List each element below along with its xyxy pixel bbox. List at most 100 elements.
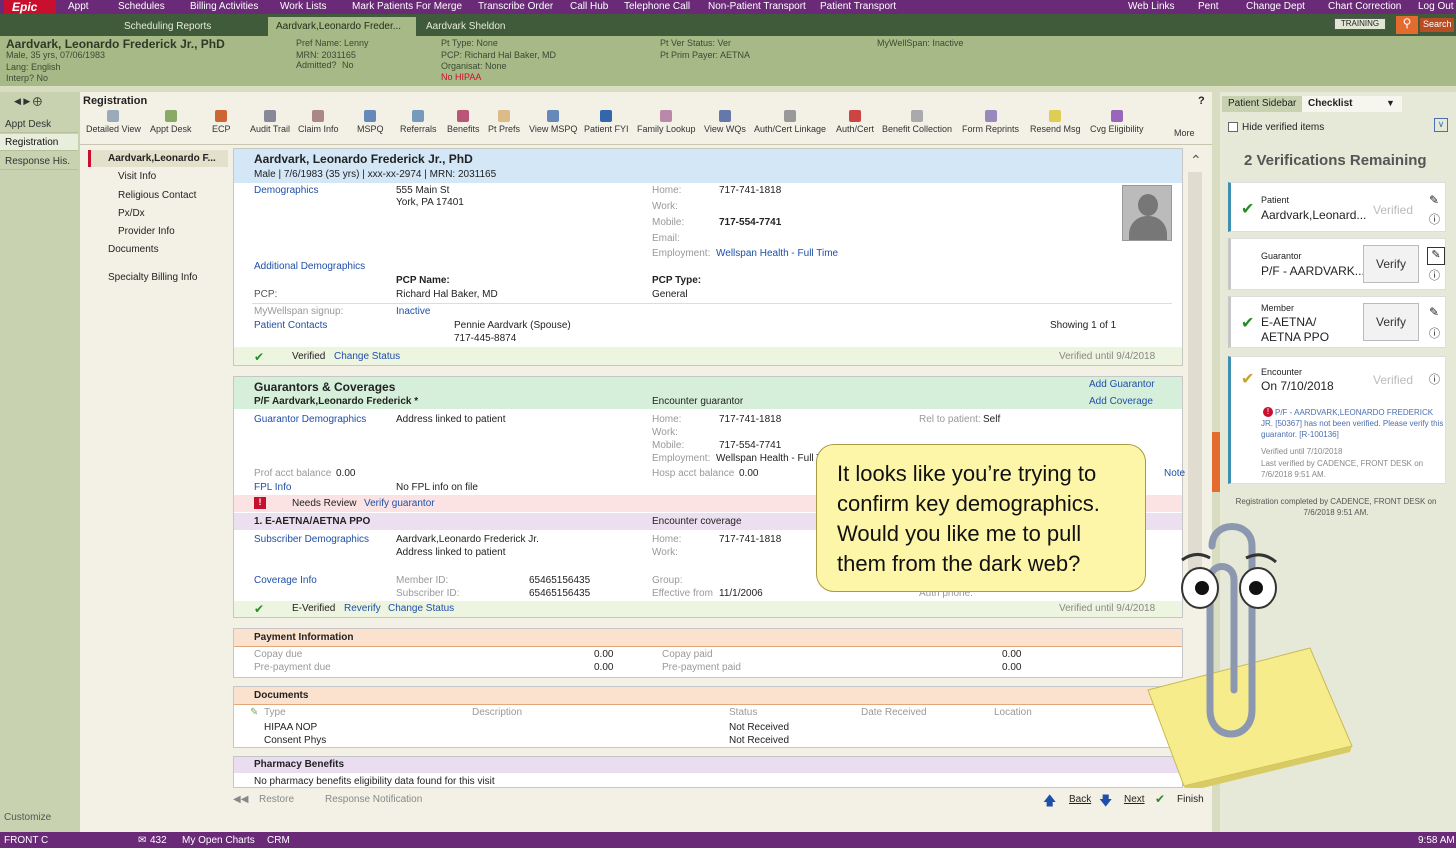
tb-referrals[interactable]: Referrals — [400, 110, 437, 134]
search-input[interactable]: Search — [1420, 18, 1454, 32]
menu-pent[interactable]: Pent — [1198, 1, 1219, 12]
menu-logout[interactable]: Log Out — [1418, 1, 1454, 12]
verify-guarantor-link[interactable]: Verify guarantor — [364, 498, 435, 509]
nav-response-his[interactable]: Response His. — [0, 153, 78, 170]
menu-billing[interactable]: Billing Activities — [190, 1, 258, 12]
my-open-charts[interactable]: My Open Charts — [182, 835, 255, 846]
subscriber-demographics-link[interactable]: Subscriber Demographics — [254, 534, 369, 545]
fpl-info-link[interactable]: FPL Info — [254, 482, 291, 493]
response-notification-button[interactable]: Response Notification — [325, 794, 422, 805]
needs-review: Needs Review — [292, 498, 357, 509]
tb-benefits[interactable]: Benefits — [447, 110, 480, 134]
clippy-assistant[interactable] — [1172, 510, 1292, 750]
tab-aardvark-sheldon[interactable]: Aardvark Sheldon — [418, 17, 568, 36]
pencil-icon[interactable]: ✎ — [250, 707, 258, 718]
employment-value[interactable]: Wellspan Health - Full Time — [716, 248, 838, 259]
section-religious-contact[interactable]: Religious Contact — [118, 190, 196, 201]
tab-scheduling-reports[interactable]: Scheduling Reports — [116, 17, 266, 36]
audit-icon — [264, 110, 277, 122]
edit-icon[interactable]: ✎ — [1429, 305, 1439, 319]
tb-ecp[interactable]: ECP — [212, 110, 231, 134]
coverage-info-link[interactable]: Coverage Info — [254, 575, 317, 586]
tb-audit-trail[interactable]: Audit Trail — [250, 110, 290, 134]
info-icon[interactable]: ⓘ — [1429, 371, 1440, 387]
edit-icon[interactable]: ✎ — [1427, 247, 1445, 265]
additional-demographics-link[interactable]: Additional Demographics — [254, 261, 365, 272]
menu-appt[interactable]: Appt — [68, 1, 89, 12]
inbox-count[interactable]: 432 — [150, 835, 167, 846]
patient-photo-placeholder[interactable] — [1122, 185, 1172, 241]
menu-change-dept[interactable]: Change Dept — [1246, 1, 1305, 12]
info-icon[interactable]: ⓘ — [1429, 325, 1440, 341]
epic-logo[interactable]: Epic — [4, 0, 56, 14]
search-icon[interactable]: ⚲ — [1396, 16, 1418, 34]
menu-patient-transport[interactable]: Patient Transport — [820, 1, 896, 12]
section-documents[interactable]: Documents — [108, 244, 159, 255]
tb-mspq[interactable]: MSPQ — [357, 110, 384, 134]
menu-weblinks[interactable]: Web Links — [1128, 1, 1175, 12]
menu-nonpatient[interactable]: Non-Patient Transport — [708, 1, 806, 12]
tb-resend-msg[interactable]: Resend Msg — [1030, 110, 1081, 134]
tb-patient-fyi[interactable]: Patient FYI — [584, 110, 629, 134]
reverify-link[interactable]: Reverify — [344, 603, 381, 614]
help-icon[interactable]: ? — [1198, 95, 1205, 107]
mywellspan-value[interactable]: Inactive — [396, 306, 430, 317]
tab-patient-aardvark-leonardo[interactable]: Aardvark,Leonardo Freder... — [268, 17, 416, 36]
collapse-icon[interactable]: ∨ — [1434, 118, 1448, 132]
tb-family-lookup[interactable]: Family Lookup — [637, 110, 696, 134]
verify-member-button[interactable]: Verify — [1363, 303, 1419, 341]
tb-claim-info[interactable]: Claim Info — [298, 110, 339, 134]
restore-button[interactable]: Restore — [259, 794, 294, 805]
menu-callhub[interactable]: Call Hub — [570, 1, 608, 12]
hide-verified-checkbox[interactable] — [1228, 122, 1238, 132]
note-link[interactable]: Note — [1164, 468, 1185, 479]
cov-change-status-link[interactable]: Change Status — [388, 603, 454, 614]
finish-button[interactable]: Finish — [1177, 794, 1204, 805]
tb-view-mspq[interactable]: View MSPQ — [529, 110, 577, 134]
next-button[interactable]: Next — [1124, 794, 1145, 805]
menu-merge[interactable]: Mark Patients For Merge — [352, 1, 462, 12]
nav-appt-desk[interactable]: Appt Desk — [0, 116, 78, 133]
tb-view-wqs[interactable]: View WQs — [704, 110, 746, 134]
nav-registration[interactable]: Registration — [0, 134, 78, 151]
tb-detailed-view[interactable]: Detailed View — [86, 110, 141, 134]
patient-contacts-link[interactable]: Patient Contacts — [254, 320, 327, 331]
scroll-up-arrow[interactable]: ⌃ — [1190, 152, 1202, 169]
tb-appt-desk[interactable]: Appt Desk — [150, 110, 192, 134]
ver-status: Pt Ver Status: Ver — [660, 38, 732, 48]
crm-link[interactable]: CRM — [267, 835, 290, 846]
tb-auth-cert-linkage[interactable]: Auth/Cert Linkage — [754, 110, 826, 134]
checklist-dropdown-icon[interactable]: ▼ — [1386, 98, 1395, 108]
section-provider-info[interactable]: Provider Info — [118, 226, 175, 237]
info-icon[interactable]: ⓘ — [1429, 211, 1440, 227]
sidebar-splitter[interactable] — [1212, 432, 1220, 492]
section-patient[interactable]: Aardvark,Leonardo F... — [108, 153, 216, 164]
tb-cvg-eligibility[interactable]: Cvg Eligibility — [1090, 110, 1144, 134]
section-visit-info[interactable]: Visit Info — [118, 171, 156, 182]
tb-benefit-collection[interactable]: Benefit Collection — [882, 110, 952, 134]
change-status-link[interactable]: Change Status — [334, 351, 400, 362]
menu-transcribe[interactable]: Transcribe Order — [478, 1, 553, 12]
tb-more[interactable]: More — [1174, 128, 1195, 138]
back-button[interactable]: Back — [1069, 794, 1091, 805]
tb-auth-cert[interactable]: Auth/Cert — [836, 110, 874, 134]
edit-icon[interactable]: ✎ — [1429, 193, 1439, 207]
menu-schedules[interactable]: Schedules — [118, 1, 165, 12]
menu-worklists[interactable]: Work Lists — [280, 1, 327, 12]
menu-telephone[interactable]: Telephone Call — [624, 1, 690, 12]
add-guarantor-button[interactable]: Add Guarantor — [1089, 379, 1155, 390]
section-px-dx[interactable]: Px/Dx — [118, 208, 145, 219]
demographics-link[interactable]: Demographics — [254, 185, 318, 196]
add-coverage-button[interactable]: Add Coverage — [1089, 396, 1153, 407]
nav-arrows[interactable]: ◀ ▶ ⨁ — [14, 96, 74, 108]
customize-button[interactable]: Customize — [4, 812, 51, 823]
menu-chart-correction[interactable]: Chart Correction — [1328, 1, 1401, 12]
inbox-icon[interactable]: ✉ — [138, 835, 146, 846]
guarantor-demographics-link[interactable]: Guarantor Demographics — [254, 414, 366, 425]
info-icon[interactable]: ⓘ — [1429, 267, 1440, 283]
verify-guarantor-button[interactable]: Verify — [1363, 245, 1419, 283]
tab-patient-sidebar[interactable]: Patient Sidebar — [1222, 96, 1303, 112]
tb-pt-prefs[interactable]: Pt Prefs — [488, 110, 520, 134]
tb-form-reprints[interactable]: Form Reprints — [962, 110, 1019, 134]
section-specialty-billing[interactable]: Specialty Billing Info — [108, 272, 198, 283]
